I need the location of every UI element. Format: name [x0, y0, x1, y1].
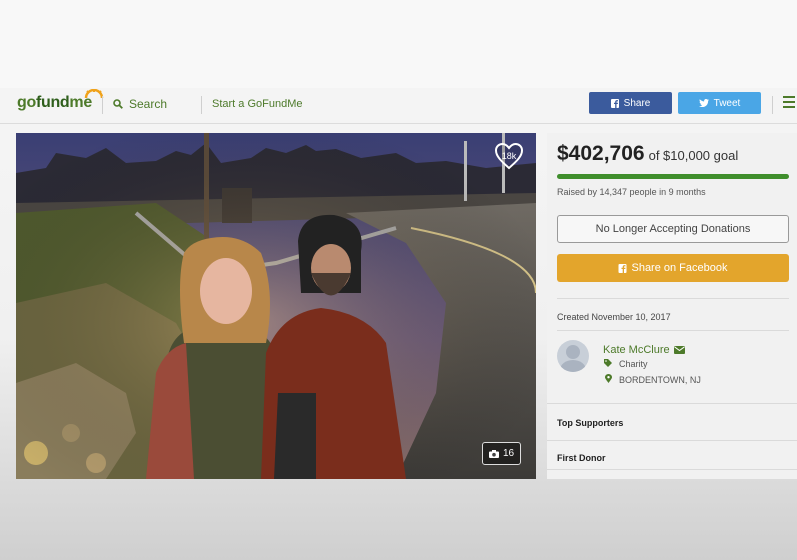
start-gofundme-link[interactable]: Start a GoFundMe — [212, 98, 303, 110]
heart-count: 18k — [501, 151, 517, 161]
divider — [547, 403, 797, 404]
top-blank-area — [0, 0, 797, 88]
progress-bar-fill — [557, 174, 789, 179]
amount-raised-value: $402,706 — [557, 142, 645, 165]
organizer-location: BORDENTOWN, NJ — [603, 374, 701, 385]
goal-text: of $10,000 goal — [648, 148, 739, 163]
no-longer-accepting-button[interactable]: No Longer Accepting Donations — [557, 215, 789, 243]
facebook-icon — [618, 263, 627, 273]
avatar-placeholder-icon — [560, 345, 586, 372]
first-donor-heading[interactable]: First Donor — [557, 453, 606, 463]
share-label: Share — [623, 97, 651, 109]
category-label: Charity — [619, 359, 648, 369]
facebook-share-button[interactable]: Share — [589, 92, 672, 114]
share-on-facebook-button[interactable]: Share on Facebook — [557, 254, 789, 282]
organizer-category: Charity — [603, 359, 648, 369]
top-navbar: gofundme Search Start a GoFundMe Share T… — [0, 88, 797, 124]
facebook-icon — [610, 98, 619, 108]
created-date: Created November 10, 2017 — [557, 312, 671, 322]
search-label: Search — [129, 97, 168, 111]
progress-bar — [557, 174, 789, 179]
campaign-photo-image — [16, 133, 536, 479]
amount-raised: $402,706 of $10,000 goal — [557, 142, 738, 166]
twitter-icon — [698, 99, 709, 107]
location-label: BORDENTOWN, NJ — [619, 374, 701, 385]
search-icon — [113, 99, 123, 109]
organizer-name: Kate McClure — [603, 344, 670, 356]
divider — [547, 469, 797, 470]
photo-count-label: 16 — [502, 448, 515, 459]
organizer-name-link[interactable]: Kate McClure — [603, 344, 685, 356]
photo-gallery-button[interactable]: 16 — [482, 442, 521, 465]
campaign-photo[interactable] — [16, 133, 536, 479]
tag-icon — [603, 359, 613, 369]
raised-by-text: Raised by 14,347 people in 9 months — [557, 187, 706, 197]
envelope-icon[interactable] — [673, 346, 685, 354]
organizer-avatar[interactable] — [557, 340, 589, 372]
divider — [557, 330, 789, 331]
top-supporters-heading[interactable]: Top Supporters — [557, 418, 623, 428]
tweet-label: Tweet — [713, 97, 741, 109]
nav-divider — [201, 96, 202, 114]
camera-icon — [488, 449, 499, 458]
nav-divider — [102, 96, 103, 114]
search-link[interactable]: Search — [113, 97, 167, 111]
map-pin-icon — [603, 374, 613, 385]
divider — [557, 298, 789, 299]
divider — [547, 440, 797, 441]
hamburger-menu-icon[interactable] — [783, 96, 795, 108]
gofundme-logo[interactable]: gofundme — [17, 89, 104, 112]
share-on-facebook-label: Share on Facebook — [631, 262, 728, 274]
nav-divider — [772, 96, 773, 114]
twitter-tweet-button[interactable]: Tweet — [678, 92, 761, 114]
